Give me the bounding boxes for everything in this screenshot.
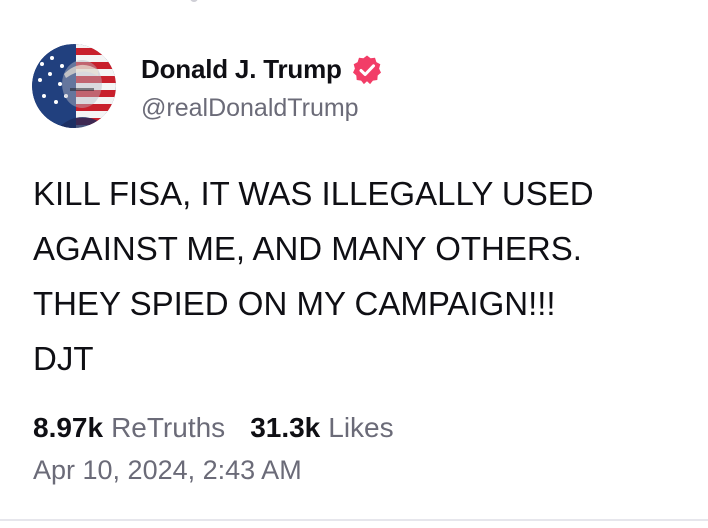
post-stats: 8.97k ReTruths 31.3k Likes	[33, 412, 394, 444]
post-timestamp[interactable]: Apr 10, 2024, 2:43 AM	[33, 455, 302, 486]
post-header: Donald J. Trump @realDonaldTrump	[32, 44, 383, 128]
author-identity: Donald J. Trump @realDonaldTrump	[141, 50, 383, 123]
avatar[interactable]	[32, 44, 116, 128]
post-text: KILL FISA, IT WAS ILLEGALLY USED AGAINST…	[33, 175, 594, 377]
name-row: Donald J. Trump	[141, 50, 383, 90]
avatar-image	[32, 44, 116, 128]
likes-stat[interactable]: 31.3k Likes	[250, 412, 393, 444]
retruths-stat[interactable]: 8.97k ReTruths	[33, 412, 225, 444]
author-handle[interactable]: @realDonaldTrump	[141, 94, 383, 123]
divider	[0, 519, 708, 521]
likes-label: Likes	[328, 412, 394, 443]
verified-badge-icon	[352, 55, 381, 84]
retruths-count: 8.97k	[33, 412, 104, 443]
retruths-label: ReTruths	[111, 412, 226, 443]
truth-post: Donald J. Trump @realDonaldTrump KILL FI…	[0, 0, 708, 521]
author-display-name[interactable]: Donald J. Trump	[141, 54, 342, 85]
likes-count: 31.3k	[250, 412, 321, 443]
